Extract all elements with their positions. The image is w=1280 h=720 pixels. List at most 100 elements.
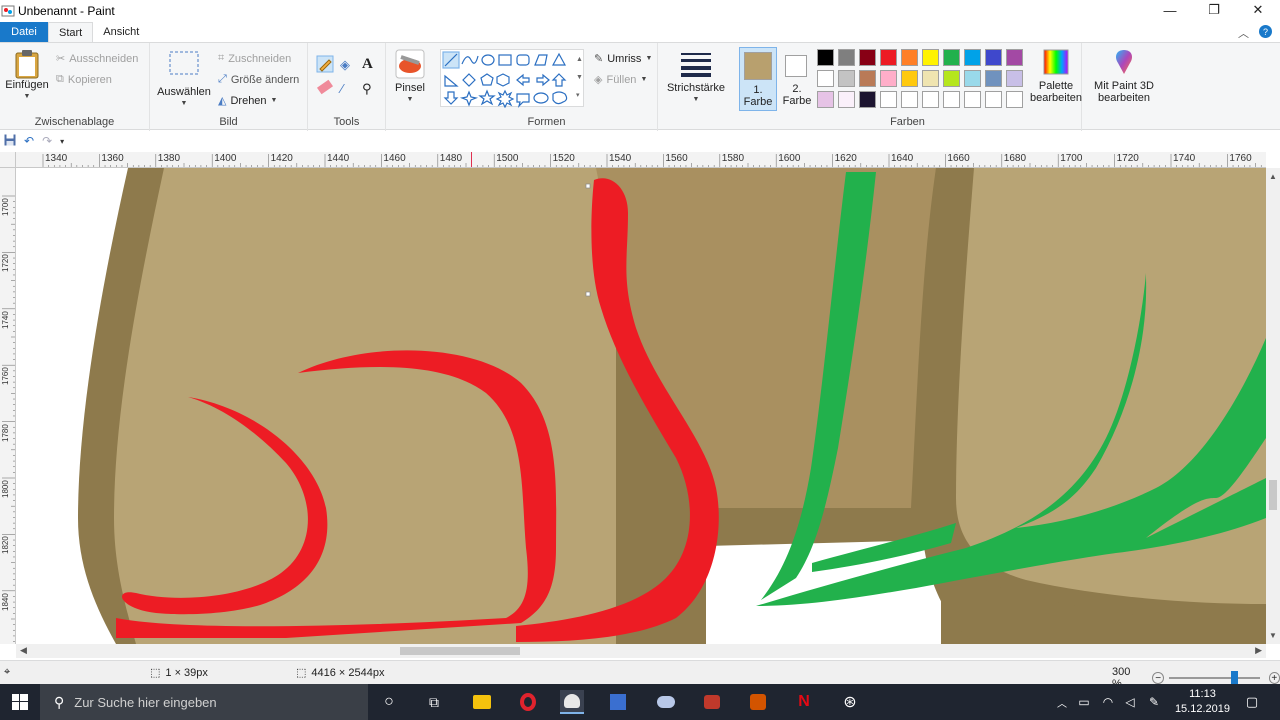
palette-swatch[interactable] [985,70,1002,87]
vertical-scrollbar[interactable]: ▲ ▼ [1266,168,1280,644]
app-icon-circle[interactable]: ⊛ [838,690,862,714]
palette-swatch[interactable] [859,49,876,66]
palette-swatch[interactable] [964,70,981,87]
resize-handle-top[interactable] [585,183,591,189]
battery-icon[interactable]: ▭ [1072,690,1096,714]
start-button[interactable] [8,690,32,714]
color1-button[interactable]: 1. Farbe [739,47,777,111]
tab-view[interactable]: Ansicht [93,22,149,42]
close-button[interactable]: ✕ [1236,0,1280,20]
palette-swatch[interactable] [943,49,960,66]
scroll-left-arrow-icon[interactable]: ◀ [20,645,27,656]
palette-swatch[interactable] [901,49,918,66]
redo-icon[interactable]: ↷ [42,134,52,148]
scroll-down-arrow-icon[interactable]: ▼ [1269,631,1277,640]
palette-swatch[interactable] [1006,70,1023,87]
rotate-button[interactable]: ◭ Drehen ▼ [218,94,277,108]
eraser-tool[interactable] [316,79,334,95]
pen-icon[interactable]: ✎ [1142,690,1166,714]
palette-swatch[interactable] [901,91,918,108]
palette-swatch[interactable] [859,91,876,108]
app-icon-mail[interactable] [700,690,724,714]
netflix-icon[interactable]: N [792,690,816,714]
notification-icon[interactable]: ▢ [1240,690,1264,714]
text-tool[interactable]: A [362,56,373,73]
maximize-button[interactable]: ❐ [1192,0,1236,20]
copy-button[interactable]: ⧉ Kopieren [56,73,112,86]
paint-app-icon[interactable] [0,3,16,19]
task-view-icon[interactable]: ⧉ [422,690,446,714]
help-icon[interactable]: ? [1259,25,1272,38]
shapes-gallery-scroll[interactable]: ▲ ▼ ▾ [576,51,583,105]
taskbar-clock[interactable]: 11:13 15.12.2019 [1175,687,1230,717]
palette-swatch[interactable] [964,49,981,66]
palette-swatch[interactable] [1006,49,1023,66]
palette-swatch[interactable] [985,91,1002,108]
palette-swatch[interactable] [817,70,834,87]
customize-quick-access-icon[interactable]: ▾ [60,137,64,146]
taskbar-search-box[interactable]: ⚲ Zur Suche hier eingeben [40,684,368,720]
minimize-button[interactable]: — [1148,0,1192,20]
app-icon-cloud[interactable] [654,690,678,714]
tab-file[interactable]: Datei [0,22,48,42]
palette-swatch[interactable] [817,91,834,108]
fill-tool[interactable]: ◈ [340,57,350,73]
palette-swatch[interactable] [922,49,939,66]
edit-palette-button[interactable]: Palette bearbeiten [1030,49,1082,104]
cortana-icon[interactable]: ○ [377,690,401,714]
crop-button[interactable]: ⌗ Zuschneiden [218,52,291,65]
edit-with-paint3d-button[interactable]: Mit Paint 3D bearbeiten [1088,49,1160,104]
paste-button[interactable]: Einfügen ▼ [4,49,50,103]
zoom-out-icon[interactable]: − [1152,672,1164,684]
palette-swatch[interactable] [964,91,981,108]
palette-swatch[interactable] [901,70,918,87]
palette-swatch[interactable] [859,70,876,87]
magnifier-tool[interactable]: ⚲ [362,81,372,97]
palette-swatch[interactable] [838,70,855,87]
scroll-up-arrow-icon[interactable]: ▲ [1269,172,1277,181]
resize-handle-middle[interactable] [585,291,591,297]
undo-icon[interactable]: ↶ [24,134,34,148]
zoom-slider[interactable] [1168,671,1260,685]
brushes-button[interactable]: Pinsel ▼ [390,49,430,106]
shapes-gallery[interactable] [440,49,584,109]
palette-swatch[interactable] [817,49,834,66]
file-explorer-icon[interactable] [470,690,494,714]
collapse-ribbon-icon[interactable]: ︿ [1238,25,1249,41]
color-picker-tool[interactable]: ⁄ [341,81,343,96]
palette-swatch[interactable] [943,70,960,87]
palette-swatch[interactable] [922,91,939,108]
select-button[interactable]: Auswählen ▼ [154,51,214,110]
color2-button[interactable]: 2. Farbe [780,47,814,111]
fill-button[interactable]: ◈ Füllen ▼ [594,73,647,87]
palette-swatch[interactable] [838,91,855,108]
resize-button[interactable]: ⤢ Größe ändern [218,73,299,86]
palette-swatch[interactable] [985,49,1002,66]
drawing-canvas[interactable] [16,168,1266,644]
show-hidden-icons[interactable]: ︿ [1050,690,1074,714]
horizontal-scroll-thumb[interactable] [400,647,520,655]
palette-swatch[interactable] [922,70,939,87]
app-icon-blue[interactable] [606,690,630,714]
network-icon[interactable]: ◠ [1096,690,1120,714]
app-icon-edit[interactable] [746,690,770,714]
palette-swatch[interactable] [1006,91,1023,108]
scroll-right-arrow-icon[interactable]: ▶ [1255,645,1262,656]
size-button[interactable]: Strichstärke ▼ [662,51,730,106]
outline-button[interactable]: ✎ Umriss ▼ [594,52,652,66]
zoom-in-icon[interactable]: + [1268,672,1280,684]
pencil-tool[interactable] [316,55,334,76]
palette-swatch[interactable] [943,91,960,108]
horizontal-scrollbar[interactable]: ◀ ▶ [16,644,1266,658]
palette-swatch[interactable] [880,70,897,87]
palette-swatch[interactable] [838,49,855,66]
tab-start[interactable]: Start [48,22,94,42]
vertical-scroll-thumb[interactable] [1269,480,1277,510]
opera-browser-icon[interactable] [516,690,540,714]
zoom-slider-thumb[interactable] [1230,671,1238,685]
paint-taskbar-icon[interactable] [560,690,584,714]
cut-button[interactable]: ✂ Ausschneiden [56,52,138,66]
palette-swatch[interactable] [880,91,897,108]
palette-swatch[interactable] [880,49,897,66]
volume-icon[interactable]: ◁ [1118,690,1142,714]
